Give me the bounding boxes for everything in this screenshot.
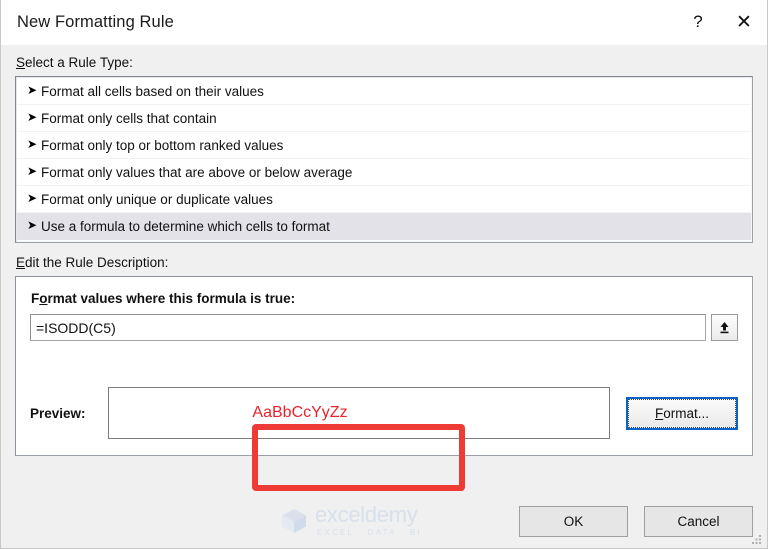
format-button-focus-ring: Format... xyxy=(628,398,736,428)
list-item[interactable]: ➤ Format only cells that contain xyxy=(17,105,751,132)
rule-description-label-rest: dit the Rule Description: xyxy=(25,255,169,270)
formula-field-label-rest: rmat values where this formula is true: xyxy=(47,291,296,306)
format-button-label-rest: ormat... xyxy=(663,405,709,421)
close-icon[interactable]: ✕ xyxy=(721,0,767,44)
bullet-arrow-icon: ➤ xyxy=(27,83,38,97)
list-item-selected[interactable]: ➤ Use a formula to determine which cells… xyxy=(17,213,751,240)
list-item[interactable]: ➤ Format only values that are above or b… xyxy=(17,159,751,186)
dialog-title: New Formatting Rule xyxy=(17,12,174,31)
list-item[interactable]: ➤ Format only top or bottom ranked value… xyxy=(17,132,751,159)
list-item[interactable]: ➤ Format all cells based on their values xyxy=(17,78,751,105)
collapse-dialog-up-arrow-icon[interactable] xyxy=(711,314,738,341)
formula-input[interactable] xyxy=(30,314,706,341)
bullet-arrow-icon: ➤ xyxy=(27,164,38,178)
watermark-name: exceldemy xyxy=(315,502,418,527)
help-button[interactable]: ? xyxy=(675,0,721,44)
watermark-text: exceldemy EXCEL · DATA · BI xyxy=(315,504,422,537)
formula-input-row xyxy=(30,314,738,341)
list-item-label: Format only unique or duplicate values xyxy=(41,191,273,207)
list-item-label: Use a formula to determine which cells t… xyxy=(41,218,330,234)
ok-button[interactable]: OK xyxy=(519,505,628,537)
list-item-label: Format all cells based on their values xyxy=(41,83,264,99)
new-formatting-rule-dialog: New Formatting Rule ? ✕ Select a Rule Ty… xyxy=(0,0,768,549)
rule-description-label-accelerator: E xyxy=(16,255,26,270)
preview-sample-text: AaBbCcYyZz xyxy=(252,404,348,421)
exceldemy-watermark: exceldemy EXCEL · DATA · BI xyxy=(279,504,422,537)
format-button-accelerator: F xyxy=(654,405,664,421)
list-item-label: Format only values that are above or bel… xyxy=(41,164,353,180)
format-button[interactable]: Format... xyxy=(626,396,738,430)
bullet-arrow-icon: ➤ xyxy=(27,137,38,151)
dialog-titlebar: New Formatting Rule ? ✕ xyxy=(1,0,767,45)
watermark-tagline: EXCEL · DATA · BI xyxy=(317,528,422,537)
dialog-footer: exceldemy EXCEL · DATA · BI OK Cancel xyxy=(1,494,767,548)
rule-type-label-rest: elect a Rule Type: xyxy=(25,55,133,70)
resize-grip[interactable] xyxy=(750,532,763,545)
rule-type-listbox[interactable]: ➤ Format all cells based on their values… xyxy=(15,76,753,243)
list-item[interactable]: ➤ Format only unique or duplicate values xyxy=(17,186,751,213)
formula-field-label-accelerator: o xyxy=(39,291,48,306)
rule-description-group: Format values where this formula is true… xyxy=(15,276,753,456)
rule-description-label: Edit the Rule Description: xyxy=(16,255,753,270)
preview-row: Preview: AaBbCcYyZz Format... xyxy=(30,387,738,439)
list-item-label: Format only cells that contain xyxy=(41,110,217,126)
rule-type-label-accelerator: S xyxy=(16,55,26,70)
list-item-label: Format only top or bottom ranked values xyxy=(41,137,284,153)
cube-logo-icon xyxy=(282,508,306,533)
dialog-body: Select a Rule Type: ➤ Format all cells b… xyxy=(1,45,767,494)
cancel-button[interactable]: Cancel xyxy=(644,505,753,537)
bullet-arrow-icon: ➤ xyxy=(27,218,38,232)
bullet-arrow-icon: ➤ xyxy=(27,191,38,205)
preview-label: Preview: xyxy=(30,405,86,421)
rule-type-label: Select a Rule Type: xyxy=(16,55,753,70)
bullet-arrow-icon: ➤ xyxy=(27,110,38,124)
formula-field-label: Format values where this formula is true… xyxy=(31,291,296,306)
preview-box: AaBbCcYyZz xyxy=(108,387,610,439)
